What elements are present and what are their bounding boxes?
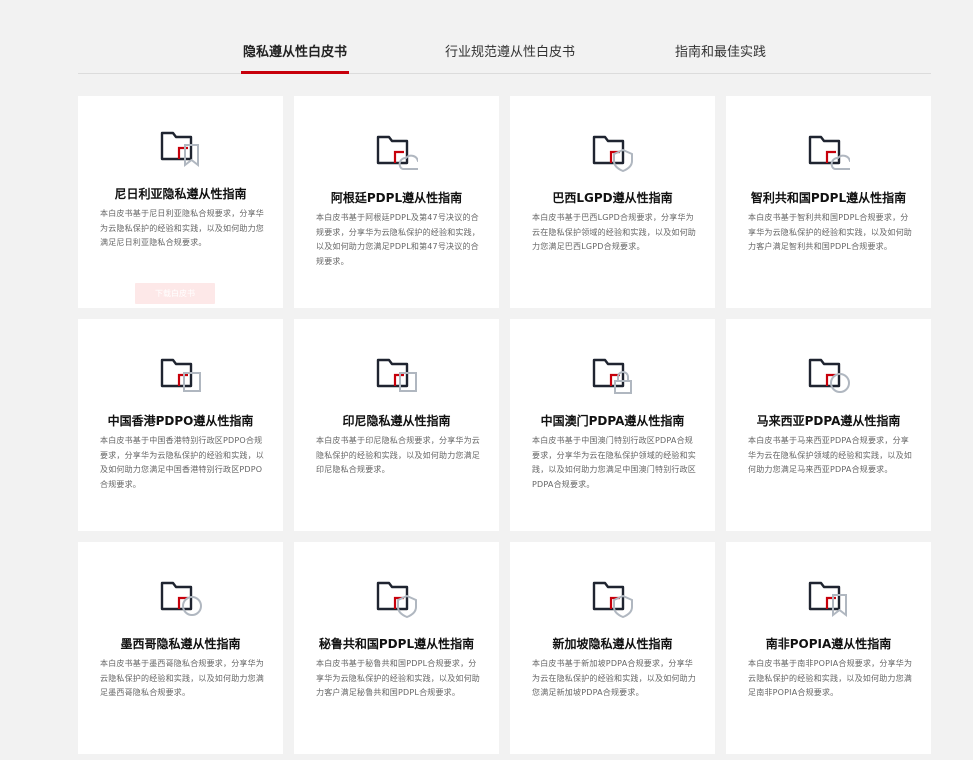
card-description: 本白皮书基于印尼隐私合规要求，分享华为云隐私保护的经验和实践，以及如何助力您满足…: [316, 436, 480, 474]
card-description: 本白皮书基于新加坡PDPA合规要求，分享华为云在隐私保护的经验和实践，以及如何助…: [532, 659, 696, 697]
card-description: 本白皮书基于马来西亚PDPA合规要求，分享华为云在隐私保护领域的经验和实践，以及…: [748, 436, 912, 474]
card-description: 本白皮书基于中国香港特别行政区PDPO合规要求，分享华为云隐私保护的经验和实践，…: [100, 436, 264, 489]
tab-industry-compliance[interactable]: 行业规范遵从性白皮书: [445, 45, 575, 61]
whitepaper-card[interactable]: 巴西LGPD遵从性指南本白皮书基于巴西LGPD合规要求，分享华为云在隐私保护领域…: [510, 96, 715, 308]
card-title: 马来西亚PDPA遵从性指南: [756, 414, 901, 428]
card-description: 本白皮书基于南非POPIA合规要求，分享华为云隐私保护的经验和实践，以及如何助力…: [748, 659, 913, 697]
whitepaper-card[interactable]: 阿根廷PDPL遵从性指南本白皮书基于阿根廷PDPL及第47号决议的合规要求，分享…: [294, 96, 499, 308]
tab-bar: 隐私遵从性白皮书 行业规范遵从性白皮书 指南和最佳实践: [78, 0, 931, 74]
tab-guides-best-practices[interactable]: 指南和最佳实践: [675, 45, 766, 61]
card-title: 中国香港PDPO遵从性指南: [107, 414, 254, 428]
folder-bookmark-icon: [160, 128, 202, 168]
whitepaper-card[interactable]: 新加坡隐私遵从性指南本白皮书基于新加坡PDPA合规要求，分享华为云在隐私保护的经…: [510, 542, 715, 754]
folder-circle-icon: [808, 355, 850, 395]
whitepaper-card[interactable]: 南非POPIA遵从性指南本白皮书基于南非POPIA合规要求，分享华为云隐私保护的…: [726, 542, 931, 754]
card-title: 智利共和国PDPL遵从性指南: [750, 191, 907, 205]
folder-square-icon: [376, 355, 418, 395]
folder-shield-icon: [592, 132, 634, 173]
card-description: 本白皮书基于阿根廷PDPL及第47号决议的合规要求，分享华为云隐私保护的经验和实…: [316, 213, 480, 266]
card-title: 墨西哥隐私遵从性指南: [120, 637, 241, 651]
folder-bookmark-icon: [808, 578, 850, 618]
card-description: 本白皮书基于尼日利亚隐私合规要求，分享华为云隐私保护的经验和实践，以及如何助力您…: [100, 209, 264, 247]
folder-circle-icon: [160, 578, 202, 618]
card-title: 新加坡隐私遵从性指南: [552, 637, 673, 651]
whitepaper-card[interactable]: 秘鲁共和国PDPL遵从性指南本白皮书基于秘鲁共和国PDPL合规要求，分享华为云隐…: [294, 542, 499, 754]
folder-cloud-icon: [376, 132, 423, 172]
card-title: 南非POPIA遵从性指南: [765, 637, 892, 651]
whitepaper-card[interactable]: 马来西亚PDPA遵从性指南本白皮书基于马来西亚PDPA合规要求，分享华为云在隐私…: [726, 319, 931, 531]
tab-privacy-compliance[interactable]: 隐私遵从性白皮书: [240, 45, 350, 74]
folder-lock-icon: [592, 355, 634, 395]
card-description: 本白皮书基于中国澳门特别行政区PDPA合规要求，分享华为云在隐私保护领域的经验和…: [532, 436, 696, 489]
card-title: 阿根廷PDPL遵从性指南: [330, 191, 463, 205]
folder-cloud-icon: [808, 132, 855, 172]
card-title: 中国澳门PDPA遵从性指南: [540, 414, 685, 428]
whitepaper-card[interactable]: 印尼隐私遵从性指南本白皮书基于印尼隐私合规要求，分享华为云隐私保护的经验和实践，…: [294, 319, 499, 531]
folder-shield-icon: [376, 578, 418, 619]
card-description: 本白皮书基于智利共和国PDPL合规要求，分享华为云隐私保护的经验和实践，以及如何…: [748, 213, 912, 251]
card-title: 秘鲁共和国PDPL遵从性指南: [318, 637, 475, 651]
whitepaper-card[interactable]: 墨西哥隐私遵从性指南本白皮书基于墨西哥隐私合规要求，分享华为云隐私保护的经验和实…: [78, 542, 283, 754]
download-whitepaper-button[interactable]: 下载白皮书: [135, 283, 215, 304]
whitepaper-card[interactable]: 尼日利亚隐私遵从性指南本白皮书基于尼日利亚隐私合规要求，分享华为云隐私保护的经验…: [78, 96, 283, 308]
whitepaper-grid: 尼日利亚隐私遵从性指南本白皮书基于尼日利亚隐私合规要求，分享华为云隐私保护的经验…: [78, 96, 931, 754]
whitepaper-card[interactable]: 智利共和国PDPL遵从性指南本白皮书基于智利共和国PDPL合规要求，分享华为云隐…: [726, 96, 931, 308]
folder-square-icon: [160, 355, 202, 395]
card-description: 本白皮书基于巴西LGPD合规要求，分享华为云在隐私保护领域的经验和实践，以及如何…: [532, 213, 696, 251]
whitepaper-card[interactable]: 中国澳门PDPA遵从性指南本白皮书基于中国澳门特别行政区PDPA合规要求，分享华…: [510, 319, 715, 531]
folder-shield-icon: [592, 578, 634, 619]
card-title: 印尼隐私遵从性指南: [342, 414, 451, 428]
card-title: 巴西LGPD遵从性指南: [552, 191, 673, 205]
card-description: 本白皮书基于墨西哥隐私合规要求，分享华为云隐私保护的经验和实践，以及如何助力您满…: [100, 659, 264, 697]
card-title: 尼日利亚隐私遵从性指南: [114, 187, 247, 201]
card-description: 本白皮书基于秘鲁共和国PDPL合规要求，分享华为云隐私保护的经验和实践，以及如何…: [316, 659, 480, 697]
whitepaper-card[interactable]: 中国香港PDPO遵从性指南本白皮书基于中国香港特别行政区PDPO合规要求，分享华…: [78, 319, 283, 531]
